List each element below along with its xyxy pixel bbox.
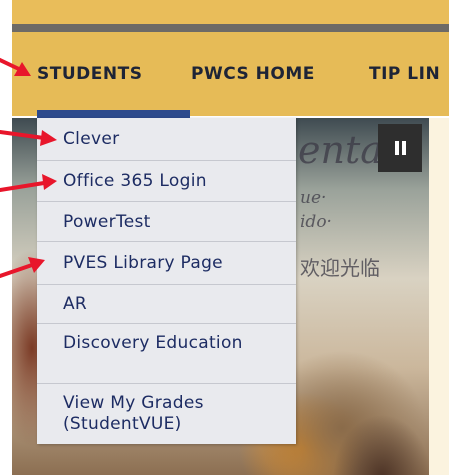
menu-item-powertest[interactable]: PowerTest: [37, 202, 296, 242]
menu-item-label: AR: [63, 294, 88, 314]
hero-side-panel: [429, 118, 449, 475]
students-dropdown-menu: Clever Office 365 Login PowerTest PVES L…: [37, 118, 296, 444]
menu-item-label: PVES Library Page: [63, 253, 223, 273]
pause-icon-bar: [402, 141, 406, 155]
nav-active-indicator: [37, 110, 190, 118]
menu-item-label: PowerTest: [63, 212, 151, 232]
menu-item-ar[interactable]: AR: [37, 285, 296, 324]
menu-item-label: Clever: [63, 129, 120, 149]
slideshow-pause-button[interactable]: [378, 124, 422, 172]
mural-text-chinese: 欢迎光临: [300, 256, 380, 280]
mural-text-welcome: enta: [298, 128, 383, 172]
pause-icon: [395, 141, 399, 155]
mural-text-line-3: ido·: [300, 212, 332, 232]
menu-item-pves-library-page[interactable]: PVES Library Page: [37, 242, 296, 285]
menu-item-discovery-education[interactable]: Discovery Education: [37, 324, 296, 384]
menu-item-office-365-login[interactable]: Office 365 Login: [37, 161, 296, 202]
menu-item-label: Discovery Education: [63, 333, 243, 353]
header-divider-bar: [12, 24, 449, 32]
menu-item-label: View My Grades (StudentVUE): [63, 393, 204, 434]
nav-item-students[interactable]: STUDENTS: [37, 64, 142, 84]
menu-item-view-my-grades[interactable]: View My Grades (StudentVUE): [37, 384, 296, 444]
menu-item-clever[interactable]: Clever: [37, 118, 296, 161]
menu-item-label: Office 365 Login: [63, 171, 207, 191]
mural-text-line-2: ue·: [300, 188, 327, 208]
nav-item-tip-line[interactable]: TIP LIN: [369, 64, 440, 84]
nav-item-pwcs-home[interactable]: PWCS HOME: [191, 64, 315, 84]
header-top-band: [12, 0, 449, 24]
